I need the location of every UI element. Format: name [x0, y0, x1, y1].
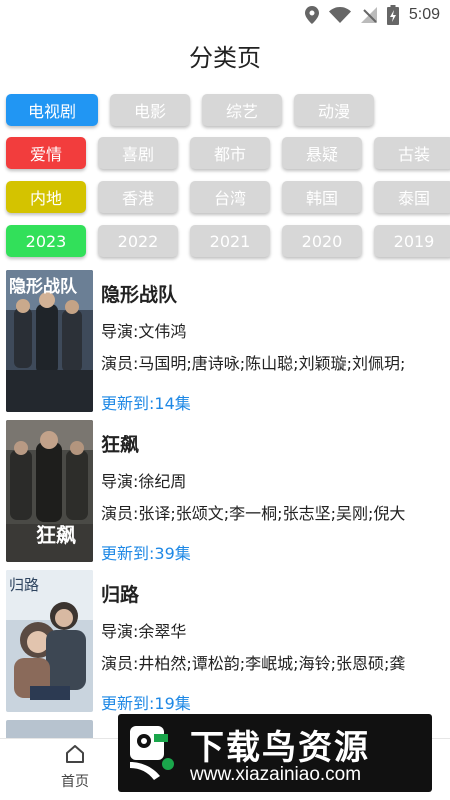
show-director: 导演:徐纪周: [101, 472, 187, 491]
show-poster[interactable]: [6, 720, 93, 740]
filter-chip-regions[interactable]: 内地: [6, 181, 86, 213]
filter-chip-years[interactable]: 2021: [190, 225, 270, 257]
show-title[interactable]: 归路: [101, 580, 139, 607]
show-title[interactable]: 狂飙: [101, 430, 139, 457]
home-icon: [66, 745, 84, 763]
show-item[interactable]: 隐形战队 隐形战队 导演:文伟鸿 演员:马国明;唐诗咏;陈山聪;刘颖璇;刘佩玥;…: [0, 270, 450, 420]
filter-chip-genres[interactable]: 爱情: [6, 137, 86, 169]
poster-title-text: 归路: [9, 576, 39, 594]
show-actors: 演员:马国明;唐诗咏;陈山聪;刘颖璇;刘佩玥;: [101, 354, 406, 373]
watermark-banner: 下载鸟资源 www.xiazainiao.com: [118, 714, 432, 792]
show-poster[interactable]: 狂飙: [6, 420, 93, 562]
watermark-title: 下载鸟资源: [190, 728, 370, 768]
filter-chip-types[interactable]: 综艺: [202, 94, 282, 126]
show-item[interactable]: 归路 归路 导演:余翠华 演员:井柏然;谭松韵;李岷城;海铃;张恩硕;龚 更新到…: [0, 570, 450, 720]
filter-chip-types[interactable]: 电视剧: [6, 94, 98, 126]
show-list: 隐形战队 隐形战队 导演:文伟鸿 演员:马国明;唐诗咏;陈山聪;刘颖璇;刘佩玥;…: [0, 270, 450, 740]
genre-filter-row: 爱情 喜剧 都市 悬疑 古装: [6, 137, 450, 169]
filter-chip-genres[interactable]: 都市: [190, 137, 270, 169]
status-icons: 5:09: [304, 0, 440, 30]
nav-home[interactable]: 首页: [50, 745, 100, 791]
location-icon: [304, 6, 319, 24]
filter-chip-regions[interactable]: 泰国: [374, 181, 450, 213]
filter-chip-years[interactable]: 2019: [374, 225, 450, 257]
status-bar: 5:09: [0, 0, 450, 30]
show-update-status: 更新到:14集: [101, 394, 191, 413]
signal-icon: [360, 7, 377, 23]
nav-home-label: 首页: [61, 774, 89, 790]
show-actors: 演员:张译;张颂文;李一桐;张志坚;吴刚;倪大: [101, 504, 406, 523]
poster-title-text: 狂飙: [36, 523, 76, 547]
watermark-url: www.xiazainiao.com: [190, 764, 362, 785]
filter-chip-types[interactable]: 电影: [110, 94, 190, 126]
status-time: 5:09: [408, 6, 440, 23]
show-title[interactable]: 隐形战队: [101, 280, 177, 307]
filter-chip-genres[interactable]: 古装: [374, 137, 450, 169]
type-filter-row: 电视剧 电影 综艺 动漫: [6, 94, 386, 126]
show-director: 导演:文伟鸿: [101, 322, 187, 341]
show-item[interactable]: 狂飙 狂飙 导演:徐纪周 演员:张译;张颂文;李一桐;张志坚;吴刚;倪大 更新到…: [0, 420, 450, 570]
filter-chip-genres[interactable]: 悬疑: [282, 137, 362, 169]
region-filter-row: 内地 香港 台湾 韩国 泰国: [6, 181, 450, 213]
show-poster[interactable]: 隐形战队: [6, 270, 93, 412]
show-update-status: 更新到:39集: [101, 544, 191, 563]
filter-chip-genres[interactable]: 喜剧: [98, 137, 178, 169]
filter-chip-years[interactable]: 2023: [6, 225, 86, 257]
filter-chip-years[interactable]: 2022: [98, 225, 178, 257]
battery-icon: [386, 5, 399, 25]
show-poster[interactable]: 归路: [6, 570, 93, 712]
show-director: 导演:余翠华: [101, 622, 187, 641]
wifi-icon: [328, 7, 351, 23]
show-update-status: 更新到:19集: [101, 694, 191, 713]
poster-title-text: 隐形战队: [9, 276, 78, 297]
show-actors: 演员:井柏然;谭松韵;李岷城;海铃;张恩硕;龚: [101, 654, 406, 673]
bird-logo-icon: [130, 726, 174, 780]
filter-chip-regions[interactable]: 韩国: [282, 181, 362, 213]
year-filter-row: 2023 2022 2021 2020 2019: [6, 225, 450, 257]
filter-chip-regions[interactable]: 香港: [98, 181, 178, 213]
filter-chip-types[interactable]: 动漫: [294, 94, 374, 126]
filter-chip-regions[interactable]: 台湾: [190, 181, 270, 213]
page-title: 分类页: [189, 44, 261, 72]
filter-chip-years[interactable]: 2020: [282, 225, 362, 257]
